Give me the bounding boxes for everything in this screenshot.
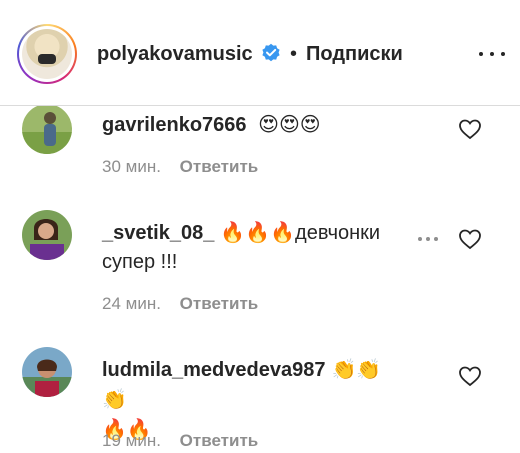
comment-avatar[interactable] [22, 347, 72, 397]
heart-icon[interactable] [458, 228, 482, 250]
comment-text-continued: супер !!! [102, 251, 178, 273]
reply-button[interactable]: Ответить [180, 431, 259, 450]
following-button[interactable]: Подписки [306, 42, 403, 66]
avatar-image [22, 29, 72, 79]
comment-time: 30 мин. [102, 157, 161, 176]
avatar-photo [22, 210, 72, 260]
verified-badge-icon [262, 43, 280, 62]
reply-button[interactable]: Ответить [180, 294, 259, 313]
comment-username[interactable]: gavrilenko7666 [102, 114, 247, 136]
comment-time: 24 мин. [102, 294, 161, 313]
reply-button[interactable]: Ответить [180, 157, 259, 176]
comment-options-icon[interactable] [414, 236, 442, 242]
heart-icon[interactable] [458, 365, 482, 387]
header-avatar[interactable] [17, 24, 77, 84]
heart-icon[interactable] [458, 118, 482, 140]
comment-avatar[interactable] [22, 210, 72, 260]
separator-dot: • [290, 43, 298, 65]
avatar-photo [22, 106, 72, 154]
header-username[interactable]: polyakovamusic [97, 42, 253, 66]
comment-time: 19 мин. [102, 431, 161, 450]
comment-emoji: 😍😍😍 [258, 112, 321, 136]
avatar-photo [22, 347, 72, 397]
comment-emoji: 🔥🔥🔥 [220, 220, 296, 244]
post-header: polyakovamusic • Подписки [0, 0, 520, 106]
comments-list: gavrilenko7666 😍😍😍 30 мин. Ответить _sve… [0, 106, 520, 453]
comment-username[interactable]: _svetik_08_ [102, 222, 214, 244]
comment-username[interactable]: ludmila_medvedeva987 [102, 359, 325, 381]
comment-avatar[interactable] [22, 106, 72, 154]
more-options-icon[interactable] [477, 50, 507, 58]
comment-text: девчонки [295, 222, 381, 244]
